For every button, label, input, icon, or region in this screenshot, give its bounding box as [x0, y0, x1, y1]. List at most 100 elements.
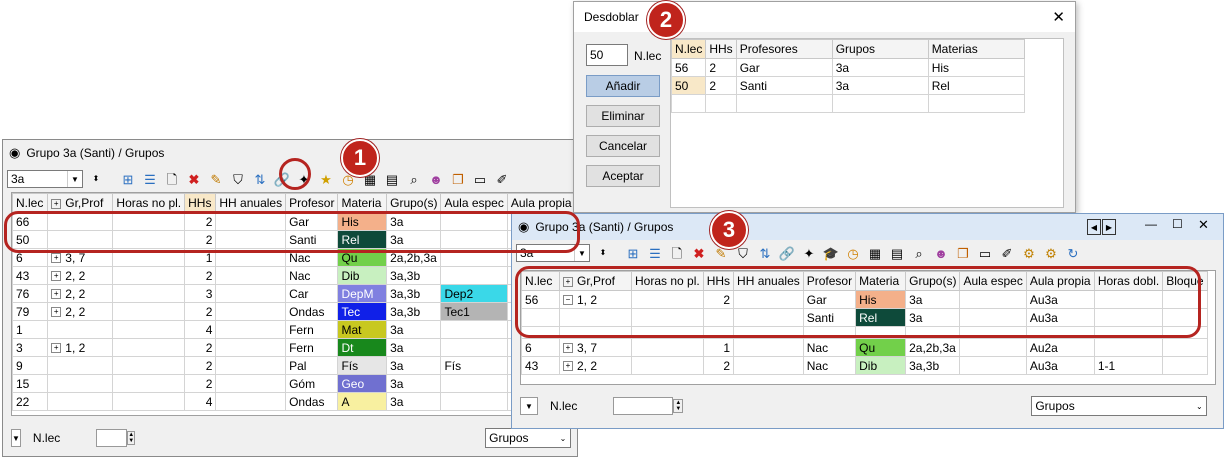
graduation-icon[interactable]: 🎓: [822, 244, 840, 262]
nlec-input[interactable]: [613, 397, 674, 415]
copy-icon[interactable]: ❐: [954, 244, 972, 262]
add-button[interactable]: Añadir: [586, 75, 660, 97]
column-header[interactable]: N.lec: [671, 39, 707, 59]
hours-unplanned-cell: [112, 302, 186, 321]
spinner-icon[interactable]: ▲ ▼: [673, 399, 684, 413]
table-row[interactable]: 9 2 Pal Fís 3a Fís: [12, 356, 578, 375]
nav-dropdown-icon[interactable]: ▼: [520, 397, 538, 415]
gear-icon[interactable]: ⚙: [1042, 244, 1060, 262]
column-header[interactable]: Materias: [927, 39, 1025, 59]
expand-icon[interactable]: +: [51, 343, 62, 354]
table-row[interactable]: 76 +2, 2 3 Car DepM 3a,3b Dep2: [12, 284, 578, 303]
calendar-icon[interactable]: ▦: [866, 244, 884, 262]
column-header[interactable]: N.lec: [12, 193, 49, 213]
table-row[interactable]: 43 +2, 2 2 Nac Dib 3a,3b: [12, 266, 578, 285]
table-row[interactable]: 6 +3, 7 1 Nac Qu 2a,2b,3a Au2a: [521, 338, 1208, 357]
split-link-icon[interactable]: 🔗: [778, 244, 796, 262]
nlec-input[interactable]: [96, 429, 128, 447]
list-view-icon[interactable]: ☰: [141, 170, 159, 188]
view-select[interactable]: Grupos ⌄: [485, 428, 571, 448]
delete-icon[interactable]: ✖: [185, 170, 203, 188]
grid-view-icon[interactable]: ⊞: [624, 244, 642, 262]
accept-button[interactable]: Aceptar: [586, 165, 660, 187]
timetable-icon[interactable]: ▤: [888, 244, 906, 262]
grprof-cell: +1, 2: [47, 338, 114, 357]
table-row[interactable]: 43 +2, 2 2 Nac Dib 3a,3b Au3a 1-1: [521, 356, 1208, 375]
expand-icon[interactable]: +: [51, 307, 62, 318]
zoom-icon[interactable]: ⌕: [405, 170, 423, 188]
column-header[interactable]: Horas no pl.: [112, 193, 186, 213]
sort-spinner-icon[interactable]: ⬍: [594, 244, 612, 262]
timetable-icon[interactable]: ▤: [383, 170, 401, 188]
column-header[interactable]: Aula propia: [506, 193, 578, 213]
column-header[interactable]: HHs: [184, 193, 217, 213]
column-header[interactable]: Aula espec: [440, 193, 508, 213]
mat-cell: His: [927, 58, 1025, 77]
table-row[interactable]: 56 2 Gar 3a His: [671, 58, 1025, 77]
expand-icon[interactable]: +: [51, 198, 62, 209]
column-header[interactable]: Grupos: [831, 39, 929, 59]
hh-annual-cell: [215, 338, 287, 357]
column-header[interactable]: Profesores: [735, 39, 833, 59]
minimize-icon[interactable]: —: [1145, 217, 1157, 231]
column-header[interactable]: + Gr,Prof: [47, 193, 114, 213]
people-icon[interactable]: ☻: [932, 244, 950, 262]
tools-icon[interactable]: ✐: [998, 244, 1016, 262]
delete-icon[interactable]: ✖: [690, 244, 708, 262]
refresh-icon[interactable]: ↻: [1064, 244, 1082, 262]
table-row[interactable]: 50 2 Santi 3a Rel: [671, 76, 1025, 95]
tools-icon[interactable]: ✐: [493, 170, 511, 188]
table-row[interactable]: 15 2 Góm Geo 3a: [12, 374, 578, 393]
column-header[interactable]: Grupo(s): [386, 193, 442, 213]
sort-icon[interactable]: ⇅: [756, 244, 774, 262]
expand-icon[interactable]: +: [51, 271, 62, 282]
close-icon[interactable]: ✕: [1052, 8, 1065, 26]
column-header[interactable]: Materia: [337, 193, 388, 213]
next-icon[interactable]: ▶: [1102, 219, 1116, 235]
expand-icon[interactable]: +: [563, 343, 573, 354]
people-icon[interactable]: ☻: [427, 170, 445, 188]
column-header[interactable]: Profesor: [285, 193, 339, 213]
column-header[interactable]: HH anuales: [215, 193, 287, 213]
table-row[interactable]: 22 4 Ondas A 3a: [12, 392, 578, 411]
maximize-icon[interactable]: ☐: [1172, 217, 1183, 231]
sort-icon[interactable]: ⇅: [251, 170, 269, 188]
table-row[interactable]: 79 +2, 2 2 Ondas Tec 3a,3b Tec1: [12, 302, 578, 321]
delete-button[interactable]: Eliminar: [586, 105, 660, 127]
close-icon[interactable]: ✕: [1198, 217, 1209, 233]
table-row[interactable]: 1 4 Fern Mat 3a: [12, 320, 578, 339]
view-select[interactable]: Grupos ⌄: [1031, 396, 1208, 416]
nav-dropdown-icon[interactable]: ▼: [11, 429, 21, 447]
filter-icon[interactable]: ⛉: [229, 170, 247, 188]
expand-icon[interactable]: +: [51, 253, 62, 264]
column-header[interactable]: HHs: [705, 39, 737, 59]
nlec-value-input[interactable]: 50: [586, 44, 628, 66]
table-row[interactable]: 3 +1, 2 2 Fern Dt 3a: [12, 338, 578, 357]
settings-icon[interactable]: ⚙: [1020, 244, 1038, 262]
expand-icon[interactable]: +: [563, 361, 573, 372]
empty-row[interactable]: [671, 94, 1025, 113]
spinner-icon[interactable]: ▲ ▼: [127, 431, 136, 445]
print-icon[interactable]: ▭: [471, 170, 489, 188]
window3-titlebar[interactable]: ◉ Grupo 3a (Santi) / Grupos ◀ ▶ — ☐ ✕: [512, 214, 1223, 240]
hhs-cell: 2: [184, 374, 217, 393]
star-icon[interactable]: ★: [317, 170, 335, 188]
zoom-icon[interactable]: ⌕: [910, 244, 928, 262]
edit-icon[interactable]: ✎: [207, 170, 225, 188]
expand-icon[interactable]: +: [51, 289, 62, 300]
wand-icon[interactable]: ✦: [800, 244, 818, 262]
list-view-icon[interactable]: ☰: [646, 244, 664, 262]
new-item-icon[interactable]: 🗋: [163, 170, 181, 188]
new-item-icon[interactable]: 🗋: [668, 244, 686, 262]
cancel-button[interactable]: Cancelar: [586, 135, 660, 157]
class-select[interactable]: 3a ▼: [7, 170, 83, 188]
grid-view-icon[interactable]: ⊞: [119, 170, 137, 188]
sort-spinner-icon[interactable]: ⬍: [87, 170, 105, 188]
copy-icon[interactable]: ❐: [449, 170, 467, 188]
print-icon[interactable]: ▭: [976, 244, 994, 262]
prev-icon[interactable]: ◀: [1087, 219, 1101, 235]
callout-badge-2: 2: [647, 1, 685, 39]
clock-icon[interactable]: ◷: [844, 244, 862, 262]
chevron-down-icon: ▼: [67, 171, 82, 187]
dialog-desdoblar: Desdoblar ✕ 50 N.lec Añadir Eliminar Can…: [573, 1, 1076, 213]
